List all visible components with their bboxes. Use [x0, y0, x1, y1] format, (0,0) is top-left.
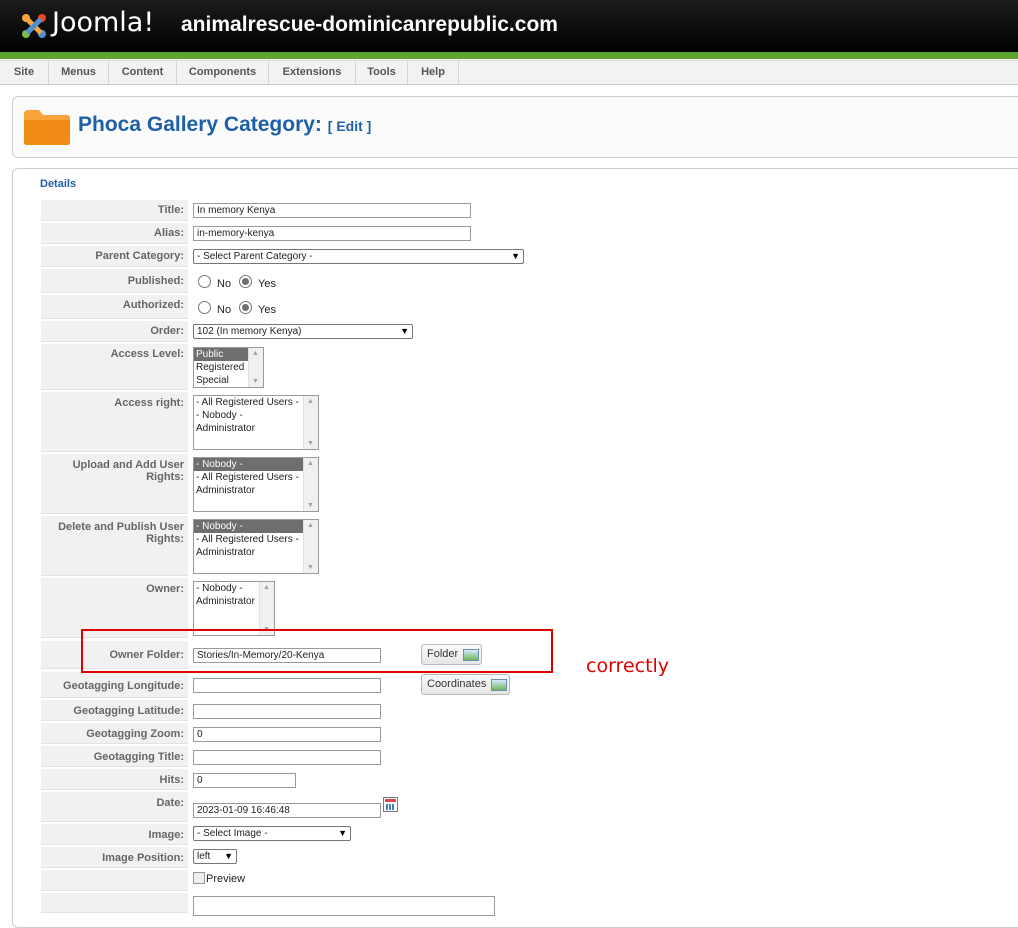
- geo-zoom-input[interactable]: 0: [193, 727, 381, 742]
- hits-label: Hits:: [41, 769, 188, 790]
- list-item[interactable]: - All Registered Users -: [194, 471, 318, 484]
- published-label: Published:: [41, 269, 188, 293]
- menu-tools[interactable]: Tools: [356, 61, 408, 85]
- date-input[interactable]: 2023-01-09 16:46:48: [193, 803, 381, 818]
- chevron-down-icon: ▼: [400, 326, 409, 336]
- authorized-yes-label: Yes: [258, 304, 276, 316]
- order-value: 102 (In memory Kenya): [197, 326, 302, 337]
- image-position-label: Image Position:: [41, 847, 188, 868]
- authorized-yes-radio[interactable]: [239, 301, 252, 314]
- joomla-logo-text: Joomla!: [52, 7, 155, 38]
- geo-title-label: Geotagging Title:: [41, 746, 188, 767]
- list-item[interactable]: - Nobody -: [194, 409, 318, 422]
- map-icon: [491, 679, 507, 691]
- upload-rights-label-line1: Upload and Add User: [72, 459, 184, 471]
- parent-category-value: - Select Parent Category -: [197, 251, 313, 262]
- broken-image-icon: [193, 872, 205, 884]
- published-yes-radio[interactable]: [239, 275, 252, 288]
- image-label: Image:: [41, 824, 188, 845]
- order-label: Order:: [41, 321, 188, 342]
- delete-rights-label-line2: Rights:: [146, 533, 184, 545]
- list-item[interactable]: - All Registered Users -: [194, 533, 318, 546]
- alias-label: Alias:: [41, 223, 188, 244]
- authorized-no-radio[interactable]: [198, 301, 211, 314]
- published-no-radio[interactable]: [198, 275, 211, 288]
- list-item[interactable]: Administrator: [194, 484, 318, 497]
- details-legend: Details: [36, 178, 81, 190]
- preview-alt-text: Preview: [206, 873, 246, 885]
- upload-rights-label: Upload and Add User Rights:: [41, 454, 188, 514]
- list-item[interactable]: Administrator: [194, 422, 318, 435]
- preview-row-label: [41, 870, 188, 891]
- upload-rights-listbox[interactable]: - Nobody - - All Registered Users - Admi…: [193, 457, 319, 512]
- annotation-text: correctly: [586, 655, 670, 677]
- hits-input[interactable]: 0: [193, 773, 296, 788]
- parent-category-label: Parent Category:: [41, 246, 188, 267]
- geo-longitude-label: Geotagging Longitude:: [41, 672, 188, 698]
- title-input[interactable]: In memory Kenya: [193, 203, 471, 218]
- geo-title-input[interactable]: [193, 750, 381, 765]
- scrollbar[interactable]: ▲ ▼: [259, 582, 274, 635]
- list-item[interactable]: - Nobody -: [194, 520, 318, 533]
- order-select[interactable]: 102 (In memory Kenya) ▼: [193, 324, 413, 339]
- page-title: Phoca Gallery Category: [ Edit ]: [78, 113, 371, 137]
- title-label: Title:: [41, 200, 188, 221]
- menu-components[interactable]: Components: [177, 61, 269, 85]
- access-right-listbox[interactable]: - All Registered Users - - Nobody - Admi…: [193, 395, 319, 450]
- annotation-highlight-box: [81, 629, 553, 673]
- published-yes-label: Yes: [258, 278, 276, 290]
- image-select-value: - Select Image -: [197, 828, 268, 839]
- delete-rights-label-line1: Delete and Publish User: [58, 521, 184, 533]
- image-position-select[interactable]: left ▼: [193, 849, 237, 864]
- preview-image: Preview: [193, 872, 245, 885]
- menu-menus[interactable]: Menus: [49, 61, 109, 85]
- header-accent-bar: [0, 52, 1018, 59]
- joomla-logo-icon: [22, 14, 46, 38]
- authorized-no-label: No: [217, 304, 232, 316]
- chevron-down-icon: ▼: [224, 851, 233, 861]
- list-item[interactable]: - All Registered Users -: [194, 396, 318, 409]
- image-position-value: left: [197, 851, 211, 862]
- scrollbar[interactable]: ▲ ▼: [248, 348, 263, 387]
- date-label: Date:: [41, 792, 188, 822]
- access-right-label: Access right:: [41, 392, 188, 452]
- main-menu-bar: Site Menus Content Components Extensions…: [0, 60, 1018, 85]
- chevron-down-icon: ▼: [511, 251, 520, 261]
- calendar-icon[interactable]: [383, 797, 398, 812]
- scrollbar[interactable]: ▲ ▼: [303, 520, 318, 573]
- parent-category-select[interactable]: - Select Parent Category - ▼: [193, 249, 524, 264]
- page-subtitle: [ Edit ]: [327, 118, 372, 134]
- menu-content[interactable]: Content: [109, 61, 177, 85]
- geo-longitude-input[interactable]: [193, 678, 381, 693]
- geo-zoom-label: Geotagging Zoom:: [41, 723, 188, 744]
- access-level-label: Access Level:: [41, 344, 188, 390]
- folder-icon: [24, 110, 70, 145]
- geo-latitude-label: Geotagging Latitude:: [41, 700, 188, 721]
- owner-listbox[interactable]: - Nobody - Administrator ▲ ▼: [193, 581, 275, 636]
- authorized-label: Authorized:: [41, 295, 188, 319]
- menu-help[interactable]: Help: [408, 61, 459, 85]
- menu-site[interactable]: Site: [0, 61, 49, 85]
- chevron-down-icon: ▼: [338, 828, 347, 838]
- page-title-text: Phoca Gallery Category:: [78, 113, 322, 136]
- site-name[interactable]: animalrescue-dominicanrepublic.com: [181, 13, 558, 37]
- list-item[interactable]: - Nobody -: [194, 458, 318, 471]
- upload-rights-label-line2: Rights:: [146, 471, 184, 483]
- scrollbar[interactable]: ▲ ▼: [303, 458, 318, 511]
- coordinates-button[interactable]: Coordinates: [421, 674, 510, 695]
- published-no-label: No: [217, 278, 232, 290]
- delete-rights-listbox[interactable]: - Nobody - - All Registered Users - Admi…: [193, 519, 319, 574]
- alias-input[interactable]: in-memory-kenya: [193, 226, 471, 241]
- description-textarea[interactable]: [193, 896, 495, 916]
- access-level-listbox[interactable]: Public Registered Special ▲ ▼: [193, 347, 264, 388]
- geo-latitude-input[interactable]: [193, 704, 381, 719]
- list-item[interactable]: Administrator: [194, 546, 318, 559]
- delete-rights-label: Delete and Publish User Rights:: [41, 516, 188, 576]
- scrollbar[interactable]: ▲ ▼: [303, 396, 318, 449]
- menu-extensions[interactable]: Extensions: [269, 61, 356, 85]
- coordinates-button-label: Coordinates: [427, 678, 487, 690]
- image-select[interactable]: - Select Image - ▼: [193, 826, 351, 841]
- description-row-label: [41, 893, 188, 913]
